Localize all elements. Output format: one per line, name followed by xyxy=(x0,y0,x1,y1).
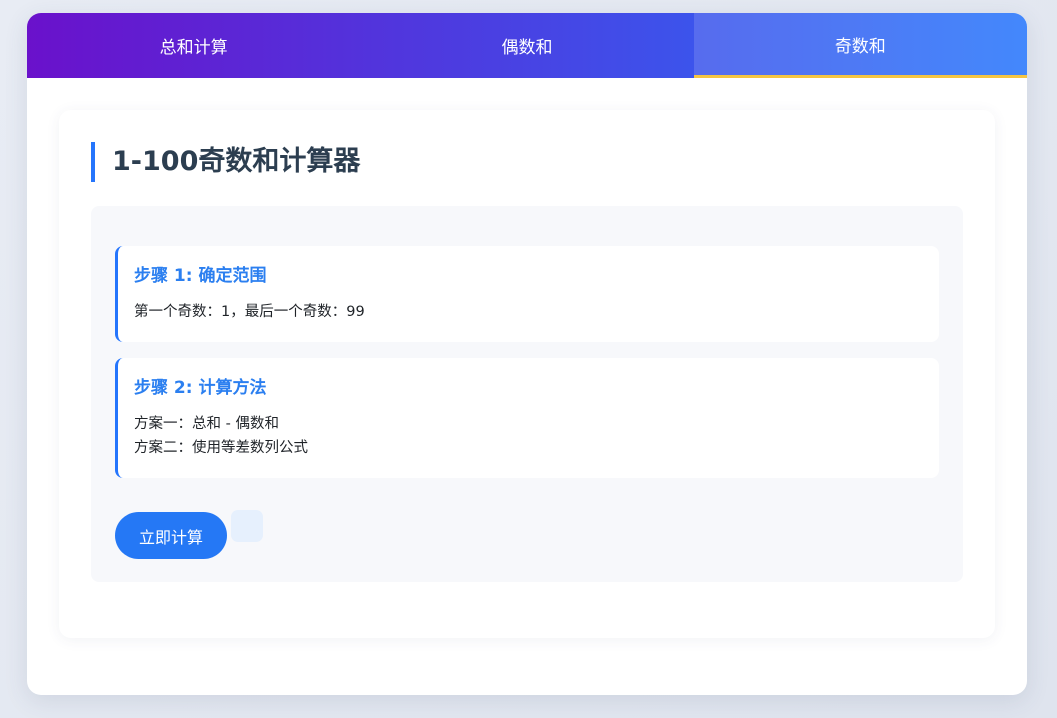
result-area xyxy=(231,510,263,542)
steps-container: 步骤 1: 确定范围 第一个奇数：1，最后一个奇数：99 步骤 2: 计算方法 … xyxy=(91,206,963,582)
step-card-method: 步骤 2: 计算方法 方案一：总和 - 偶数和 方案二：使用等差数列公式 xyxy=(115,358,939,478)
step-title: 步骤 2: 计算方法 xyxy=(134,378,267,398)
step-text: 方案一：总和 - 偶数和 xyxy=(134,416,279,432)
tab-total-sum[interactable]: 总和计算 xyxy=(27,13,360,78)
tab-odd-sum[interactable]: 奇数和 xyxy=(693,13,1027,78)
app-window: 总和计算 偶数和 奇数和 1-100奇数和计算器 步骤 1: 确定范围 第一个奇… xyxy=(27,13,1027,695)
calculator-panel: 1-100奇数和计算器 步骤 1: 确定范围 第一个奇数：1，最后一个奇数：99… xyxy=(59,110,995,638)
calculate-button[interactable]: 立即计算 xyxy=(115,512,227,559)
step-title: 步骤 1: 确定范围 xyxy=(134,266,267,286)
tab-even-sum[interactable]: 偶数和 xyxy=(360,13,693,78)
step-text: 第一个奇数：1，最后一个奇数：99 xyxy=(134,304,365,320)
step-text: 方案二：使用等差数列公式 xyxy=(134,440,308,456)
panel-title: 1-100奇数和计算器 xyxy=(91,142,360,182)
step-card-range: 步骤 1: 确定范围 第一个奇数：1，最后一个奇数：99 xyxy=(115,246,939,342)
tab-bar: 总和计算 偶数和 奇数和 xyxy=(27,13,1027,78)
